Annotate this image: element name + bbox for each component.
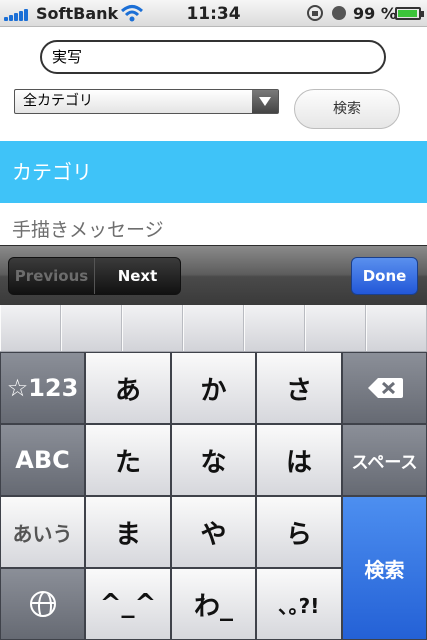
next-button[interactable]: Next	[95, 258, 180, 294]
prev-next-control: Previous Next	[8, 257, 181, 295]
candidate-slot[interactable]	[61, 305, 122, 351]
kana-key[interactable]: あいう	[0, 496, 85, 568]
search-input[interactable]: 実写	[40, 40, 386, 74]
previous-button[interactable]: Previous	[9, 258, 95, 294]
candidate-slot[interactable]	[122, 305, 183, 351]
category-header[interactable]: カテゴリ	[0, 141, 427, 203]
status-bar: SoftBank 11:34 99 %	[0, 0, 427, 27]
backspace-icon	[367, 378, 403, 398]
key-ya[interactable]: や	[171, 496, 256, 568]
key-ta[interactable]: た	[85, 424, 171, 496]
key-a[interactable]: あ	[85, 352, 171, 424]
rotation-lock-icon	[307, 5, 323, 21]
backspace-key[interactable]	[342, 352, 427, 424]
key-ma[interactable]: ま	[85, 496, 171, 568]
search-button[interactable]: 検索	[294, 89, 400, 129]
category-select[interactable]: 全カテゴリ	[14, 89, 279, 114]
battery-percent: 99 %	[353, 4, 397, 23]
key-ra[interactable]: ら	[256, 496, 342, 568]
globe-icon	[29, 591, 56, 617]
keyboard: ☆123 あ か さ ABC た な は スペース あいう ま や ら 検索 ^…	[0, 352, 427, 640]
key-ha[interactable]: は	[256, 424, 342, 496]
candidate-bar	[0, 305, 427, 352]
key-wa[interactable]: わ_	[171, 568, 256, 640]
globe-key[interactable]	[0, 568, 85, 640]
done-button[interactable]: Done	[351, 257, 418, 295]
key-punctuation[interactable]: ､｡?!	[256, 568, 342, 640]
keyboard-toolbar: Previous Next Done	[0, 245, 427, 305]
candidate-slot[interactable]	[366, 305, 427, 351]
key-emoticon[interactable]: ^_^	[85, 568, 171, 640]
key-sa[interactable]: さ	[256, 352, 342, 424]
handwritten-message-row[interactable]: 手描きメッセージ	[0, 203, 427, 245]
category-select-value: 全カテゴリ	[23, 93, 93, 109]
candidate-slot[interactable]	[183, 305, 244, 351]
alarm-icon	[332, 6, 346, 20]
numbers-key[interactable]: ☆123	[0, 352, 85, 424]
candidate-slot[interactable]	[244, 305, 305, 351]
key-na[interactable]: な	[171, 424, 256, 496]
candidate-slot[interactable]	[0, 305, 61, 351]
key-ka[interactable]: か	[171, 352, 256, 424]
space-key[interactable]: スペース	[342, 424, 427, 496]
candidate-slot[interactable]	[305, 305, 366, 351]
chevron-down-icon	[259, 97, 271, 106]
search-key[interactable]: 検索	[342, 496, 427, 640]
battery-icon	[395, 7, 424, 20]
select-arrow	[252, 90, 278, 113]
abc-key[interactable]: ABC	[0, 424, 85, 496]
